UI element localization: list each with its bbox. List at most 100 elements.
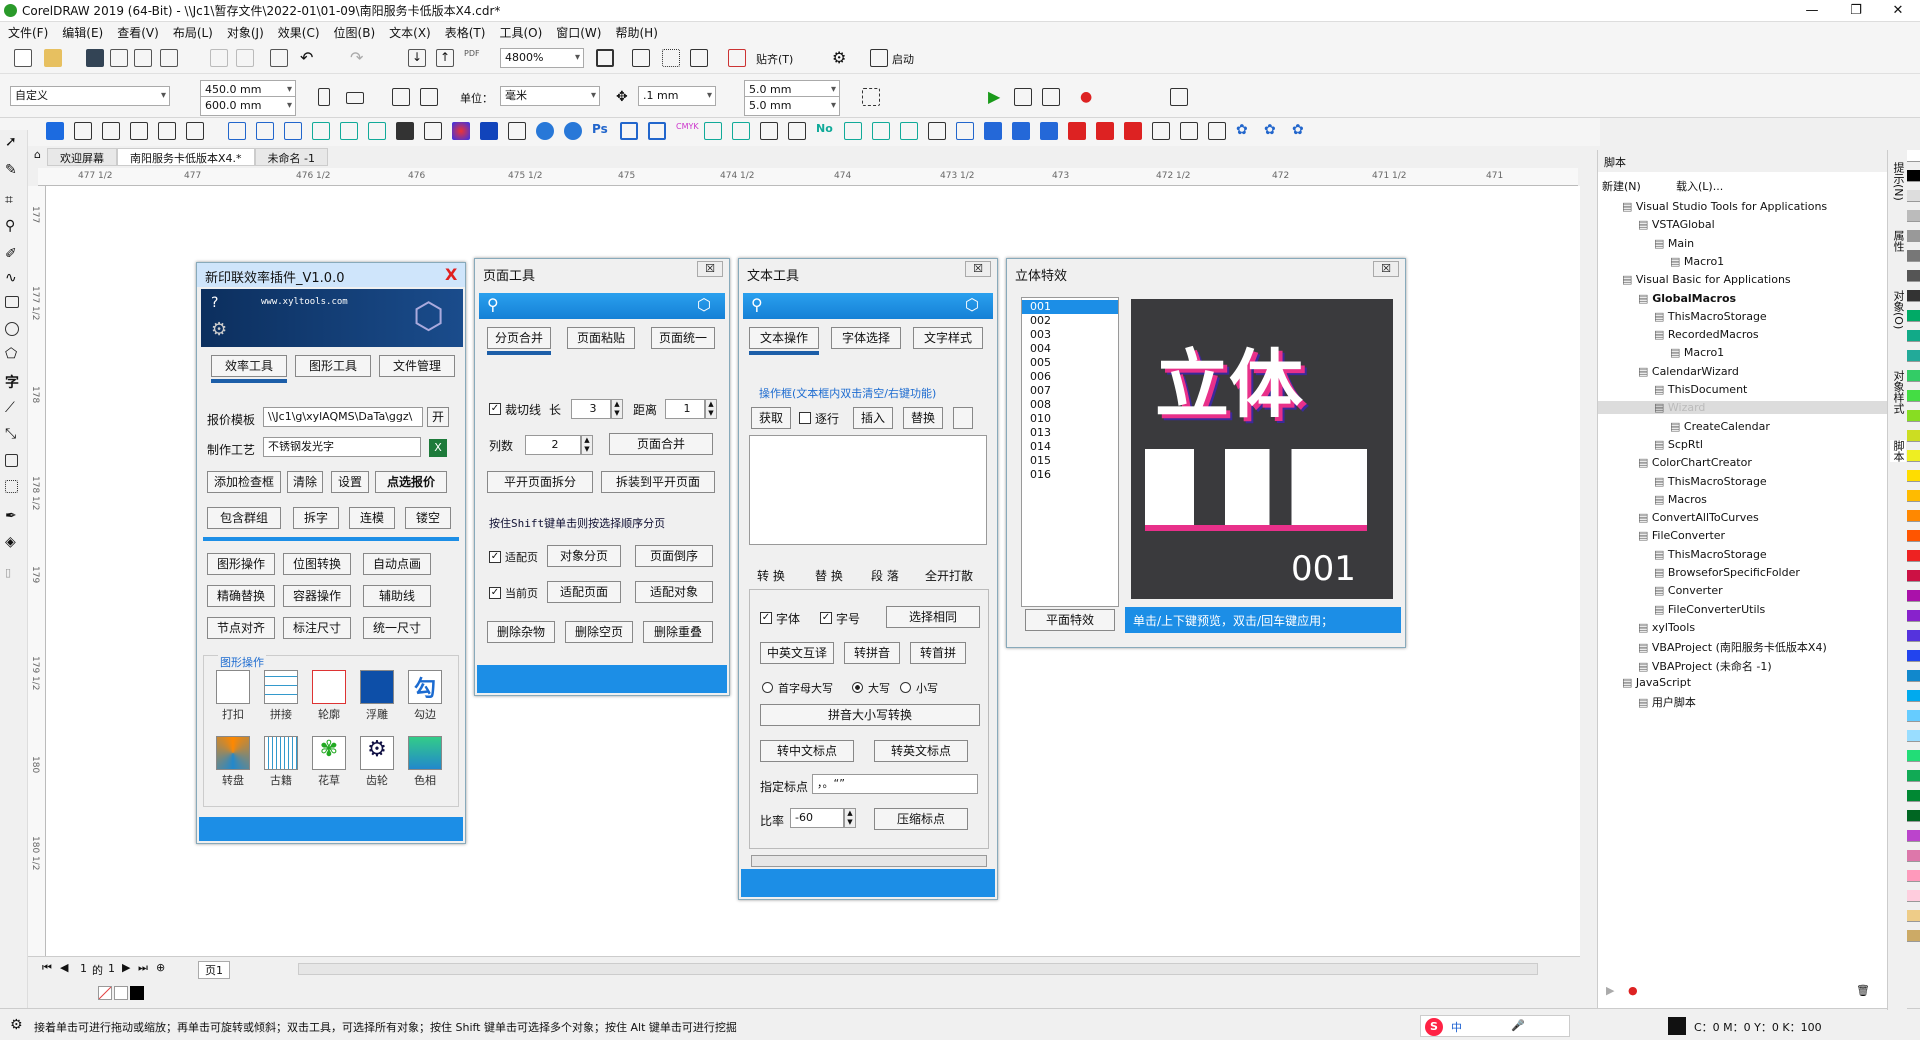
fit-page-checkbox[interactable]: ✓ [489, 551, 501, 563]
tab-text-ops[interactable]: 文本操作 [749, 327, 819, 349]
precise-replace-button[interactable]: 精确替换 [207, 585, 275, 607]
cube-icon[interactable] [396, 122, 414, 140]
menu-help[interactable]: 帮助(H) [615, 24, 657, 41]
line-by-line-checkbox[interactable] [799, 412, 811, 424]
plugin-icon-33[interactable] [956, 122, 974, 140]
units-combo[interactable]: 毫米 [500, 86, 600, 106]
tree-node[interactable]: ▤ CalendarWizard [1638, 365, 1739, 378]
plugin-icon-27[interactable] [788, 122, 806, 140]
palette-swatch[interactable] [1907, 830, 1920, 842]
tree-node[interactable]: ▤ Main [1654, 237, 1694, 250]
paw-icon-1[interactable]: ✿ [1236, 122, 1254, 140]
full-screen-icon[interactable] [596, 49, 614, 67]
effect-list-item[interactable]: 007 [1022, 384, 1118, 398]
effect-list-item[interactable]: 010 [1022, 412, 1118, 426]
effect-list-item[interactable]: 016 [1022, 468, 1118, 482]
save-icon[interactable] [86, 49, 104, 67]
excel-icon[interactable]: X [429, 439, 447, 457]
effect-list-item[interactable]: 014 [1022, 440, 1118, 454]
print-icon[interactable] [160, 49, 178, 67]
to-en-punct-button[interactable]: 转英文标点 [874, 740, 968, 762]
palette-swatch[interactable] [1907, 170, 1920, 182]
tree-node[interactable]: ▤ ThisMacroStorage [1654, 475, 1767, 488]
palette-swatch[interactable] [1907, 810, 1920, 822]
no-icon[interactable]: No [816, 122, 834, 140]
copy-icon[interactable] [236, 49, 254, 67]
palette-swatch[interactable] [1907, 650, 1920, 662]
open-template-button[interactable]: 开 [427, 407, 449, 427]
quote-template-path[interactable]: \\Jc1\g\xylAQMS\DaTa\ggz\ [263, 407, 423, 427]
tile-gear[interactable]: ⚙ [360, 736, 394, 770]
palette-swatch[interactable] [1907, 730, 1920, 742]
connector-tool-icon[interactable]: ⤡ [5, 426, 23, 444]
cmyk-icon[interactable]: CMYK [676, 122, 699, 140]
delete-script-icon[interactable]: 🗑 [1856, 984, 1870, 997]
tile-ancient-book[interactable] [264, 736, 298, 770]
rectangle-tool-icon[interactable] [5, 296, 19, 308]
delete-empty-button[interactable]: 删除空页 [565, 621, 633, 643]
effect-list-item[interactable]: 004 [1022, 342, 1118, 356]
freehand-tool-icon[interactable]: ✐ [5, 246, 23, 264]
shape-tool-icon[interactable]: ✎ [5, 162, 23, 180]
subtab-replace[interactable]: 替 换 [815, 567, 843, 584]
palette-swatch[interactable] [1907, 310, 1920, 322]
undo-icon[interactable]: ↶ [300, 49, 318, 67]
subtab-convert[interactable]: 转 换 [757, 567, 785, 584]
palette-swatch[interactable] [1907, 710, 1920, 722]
interactive-fill-icon[interactable]: ◈ [5, 534, 23, 552]
palette-swatch[interactable] [1907, 190, 1920, 202]
plugin-icon-30[interactable] [872, 122, 890, 140]
effect-list-item[interactable]: 013 [1022, 426, 1118, 440]
tree-node[interactable]: ▤ FileConverterUtils [1654, 603, 1765, 616]
columns-input[interactable]: 2 [525, 435, 581, 455]
subtab-paragraph[interactable]: 段 落 [871, 567, 899, 584]
palette-swatch[interactable] [1907, 290, 1920, 302]
palette-swatch[interactable] [1907, 870, 1920, 882]
vtab-scripts[interactable]: 脚本 [1890, 440, 1906, 462]
tree-node[interactable]: ▤ ScpRtl [1654, 438, 1703, 451]
3d-effect-close-button[interactable]: ☒ [1373, 261, 1399, 277]
plugin-icon-1[interactable] [46, 122, 64, 140]
palette-swatch[interactable] [1907, 370, 1920, 382]
plugin-icon-4[interactable] [130, 122, 148, 140]
menu-window[interactable]: 窗口(W) [556, 24, 601, 41]
minimize-button[interactable]: — [1790, 0, 1834, 22]
tree-node[interactable]: ▤ BrowseforSpecificFolder [1654, 566, 1800, 579]
palette-swatch[interactable] [1907, 610, 1920, 622]
palette-swatch[interactable] [1907, 210, 1920, 222]
white-swatch[interactable] [114, 986, 128, 1000]
plugin-icon-40[interactable] [1152, 122, 1170, 140]
expand-button[interactable] [953, 407, 973, 429]
snap-off-icon[interactable] [728, 49, 746, 67]
palette-swatch[interactable] [1907, 330, 1920, 342]
container-ops-button[interactable]: 容器操作 [283, 585, 351, 607]
plugin-icon-29[interactable] [844, 122, 862, 140]
compress-punct-button[interactable]: 压缩标点 [874, 808, 968, 830]
menu-tools[interactable]: 工具(O) [499, 24, 542, 41]
transparency-icon[interactable] [5, 480, 18, 493]
menu-edit[interactable]: 编辑(E) [62, 24, 103, 41]
effect-list-item[interactable]: 002 [1022, 314, 1118, 328]
replace-button[interactable]: 替换 [903, 407, 943, 429]
menu-table[interactable]: 表格(T) [445, 24, 486, 41]
unify-size-button[interactable]: 统一尺寸 [363, 617, 431, 639]
palette-swatch[interactable] [1907, 270, 1920, 282]
tab-current-document[interactable]: 南阳服务卡低版本X4.* [116, 148, 255, 166]
tree-node[interactable]: ▤ ThisMacroStorage [1654, 310, 1767, 323]
grid-icon[interactable] [662, 49, 680, 67]
auto-dot-button[interactable]: 自动点画 [363, 553, 431, 575]
plugin-icon-39[interactable] [1124, 122, 1142, 140]
crop-tool-icon[interactable]: ⌗ [5, 192, 23, 210]
menu-text[interactable]: 文本(X) [389, 24, 431, 41]
macro-edit-icon[interactable] [1014, 88, 1032, 106]
plugin-icon-8[interactable] [256, 122, 274, 140]
maximize-button[interactable]: ❐ [1834, 0, 1878, 22]
effect-list-item[interactable]: 003 [1022, 328, 1118, 342]
tree-node[interactable]: ▤ Converter [1654, 584, 1723, 597]
split-spread-button[interactable]: 平开页面拆分 [487, 471, 593, 493]
tab-untitled[interactable]: 未命名 -1 [254, 148, 328, 166]
launch-icon[interactable] [870, 49, 888, 67]
page-tool-close-button[interactable]: ☒ [697, 261, 723, 277]
translate-button[interactable]: 中英文互译 [760, 642, 834, 664]
new-script-button[interactable]: 新建(N) [1602, 178, 1641, 194]
